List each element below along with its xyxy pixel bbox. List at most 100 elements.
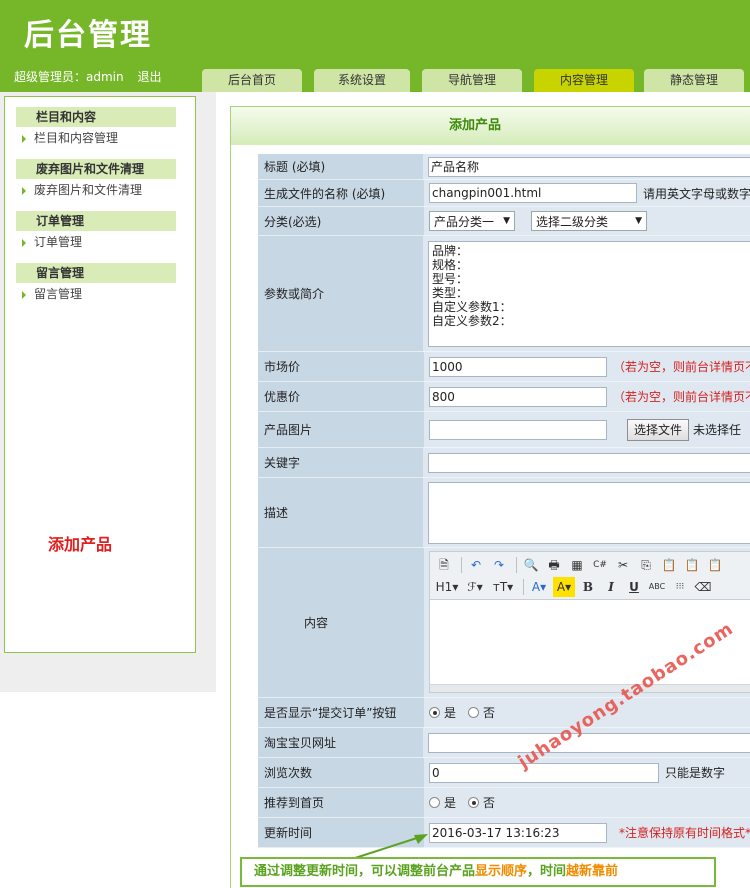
toolbar-separator xyxy=(461,557,462,573)
copy-icon[interactable]: ⎘ xyxy=(636,555,656,575)
tab-navigation[interactable]: 导航管理 xyxy=(422,69,522,92)
sidebar-item-cleanup[interactable]: 废弃图片和文件清理 xyxy=(16,179,176,201)
recommend-yes-radio[interactable]: 是 xyxy=(429,794,456,811)
cut-icon[interactable]: ✂ xyxy=(613,555,633,575)
tab-content-management[interactable]: 内容管理 xyxy=(534,69,634,92)
sidebar-group-cleanup: 废弃图片和文件清理 废弃图片和文件清理 xyxy=(16,159,176,201)
clear-format-icon[interactable]: ⌫ xyxy=(693,577,713,597)
taobao-url-input[interactable] xyxy=(428,732,750,753)
form-row-filename: 生成文件的名称 (必填) changpin001.html 请用英文字母或数字 xyxy=(258,180,750,207)
editor-scrollbar[interactable] xyxy=(430,684,750,692)
sidebar-item-columns[interactable]: 栏目和内容管理 xyxy=(16,127,176,149)
heading-icon[interactable]: H1▾ xyxy=(434,577,460,597)
radio-label: 是 xyxy=(444,796,457,810)
field-label: 分类(必选) xyxy=(258,207,424,236)
arrow-right-icon xyxy=(22,290,26,299)
form-row-content: 内容 🗎 ↶ ↷ 🔍 🖶 ▦ C# ✂ ⎘ 📋 📋 📋 H1▾ ℱ▾ ᴛT▾ A… xyxy=(258,548,750,698)
sale-price-hint: （若为空，则前台详情页不 xyxy=(613,390,750,404)
select-value: 选择二级分类 xyxy=(536,214,609,229)
update-time-hint: *注意保持原有时间格式* xyxy=(619,826,750,840)
market-price-input[interactable]: 1000 xyxy=(429,356,607,377)
show-order-yes-radio[interactable]: 是 xyxy=(429,704,456,721)
dropdown-arrow-icon: ▼ xyxy=(635,216,642,226)
field-label: 生成文件的名称 (必填) xyxy=(258,180,424,207)
sidebar-group-title: 订单管理 xyxy=(16,211,176,231)
filename-input[interactable]: changpin001.html xyxy=(429,183,637,203)
logout-link[interactable]: 退出 xyxy=(137,70,161,84)
views-input[interactable]: 0 xyxy=(429,762,659,783)
top-header: 后台管理 超级管理员：admin 退出 后台首页 系统设置 导航管理 内容管理 … xyxy=(0,0,750,92)
form-row-sale-price: 优惠价 800 （若为空，则前台详情页不 xyxy=(258,382,750,412)
font-color-icon[interactable]: A▾ xyxy=(528,577,550,597)
font-size-icon[interactable]: ᴛT▾ xyxy=(490,577,516,597)
sidebar-group-orders: 订单管理 订单管理 xyxy=(16,211,176,253)
form-row-views: 浏览次数 0 只能是数字 xyxy=(258,758,750,788)
redo-icon[interactable]: ↷ xyxy=(489,555,509,575)
form-row-category: 分类(必选) 产品分类一 ▼ 选择二级分类 ▼ xyxy=(258,207,750,236)
source-icon[interactable]: 🗎 xyxy=(434,555,454,575)
keywords-input[interactable] xyxy=(428,452,750,473)
sale-price-input[interactable]: 800 xyxy=(429,386,607,407)
recommend-no-radio[interactable]: 否 xyxy=(468,794,495,811)
select-value: 产品分类一 xyxy=(434,214,495,229)
line-height-icon[interactable]: ⁝⁝⁝ xyxy=(670,577,690,597)
tab-home[interactable]: 后台首页 xyxy=(202,69,302,92)
sidebar-item-messages[interactable]: 留言管理 xyxy=(16,283,176,305)
file-status: 未选择任 xyxy=(693,423,742,437)
sidebar-item-orders[interactable]: 订单管理 xyxy=(16,231,176,253)
print-icon[interactable]: 🖶 xyxy=(544,555,564,575)
italic-icon[interactable]: I xyxy=(601,577,621,597)
category-select[interactable]: 产品分类一 ▼ xyxy=(429,211,515,231)
field-label: 标题 (必填) xyxy=(258,154,423,180)
tab-system-settings[interactable]: 系统设置 xyxy=(314,69,410,92)
font-family-icon[interactable]: ℱ▾ xyxy=(463,577,487,597)
radio-label: 是 xyxy=(444,706,457,720)
form-row-update-time: 更新时间 2016-03-17 13:16:23 *注意保持原有时间格式* xyxy=(258,818,750,848)
dropdown-arrow-icon: ▼ xyxy=(503,216,510,226)
choose-file-button[interactable]: 选择文件 xyxy=(627,418,690,441)
form-row-image: 产品图片 选择文件 未选择任 xyxy=(258,412,750,448)
bold-icon[interactable]: B xyxy=(578,577,598,597)
paste-icon[interactable]: 📋 xyxy=(659,555,679,575)
arrow-right-icon xyxy=(22,238,26,247)
undo-icon[interactable]: ↶ xyxy=(466,555,486,575)
sidebar-item-label: 留言管理 xyxy=(34,287,83,301)
template-icon[interactable]: ▦ xyxy=(567,555,587,575)
note-highlight: 显示顺序 xyxy=(475,864,528,879)
annotation-note: 通过调整更新时间，可以调整前台产品显示顺序，时间越新靠前 xyxy=(240,857,716,887)
show-order-no-radio[interactable]: 否 xyxy=(468,704,495,721)
image-path-input[interactable] xyxy=(429,419,607,440)
arrow-right-icon xyxy=(22,186,26,195)
description-textarea[interactable] xyxy=(428,482,750,544)
form-row-keywords: 关键字 xyxy=(258,448,750,478)
note-highlight: 越新靠前 xyxy=(566,864,619,879)
strikethrough-icon[interactable]: ABC xyxy=(647,577,667,597)
field-label: 参数或简介 xyxy=(258,236,423,352)
views-hint: 只能是数字 xyxy=(665,766,726,780)
params-textarea[interactable]: 品牌： 规格： 型号： 类型： 自定义参数1： 自定义参数2： xyxy=(428,241,750,347)
title-input[interactable]: 产品名称 xyxy=(428,156,750,177)
form-row-title: 标题 (必填) 产品名称 xyxy=(258,154,750,180)
field-label: 是否显示“提交订单”按钮 xyxy=(258,698,424,728)
paste-word-icon[interactable]: 📋 xyxy=(705,555,725,575)
preview-icon[interactable]: 🔍 xyxy=(521,555,541,575)
field-label: 市场价 xyxy=(258,352,424,382)
editor-toolbar: 🗎 ↶ ↷ 🔍 🖶 ▦ C# ✂ ⎘ 📋 📋 📋 H1▾ ℱ▾ ᴛT▾ A▾ A… xyxy=(430,552,750,600)
panel-title: 添加产品 xyxy=(231,107,750,145)
underline-icon[interactable]: U xyxy=(624,577,644,597)
highlight-color-icon[interactable]: A▾ xyxy=(553,577,575,597)
form-row-params: 参数或简介 品牌： 规格： 型号： 类型： 自定义参数1： 自定义参数2： xyxy=(258,236,750,352)
code-icon[interactable]: C# xyxy=(590,555,610,575)
tab-static-management[interactable]: 静态管理 xyxy=(644,69,744,92)
user-label: 超级管理员：admin xyxy=(14,70,124,84)
update-time-input[interactable]: 2016-03-17 13:16:23 xyxy=(429,822,607,843)
paste-text-icon[interactable]: 📋 xyxy=(682,555,702,575)
form-row-description: 描述 xyxy=(258,478,750,548)
sidebar-group-title: 废弃图片和文件清理 xyxy=(16,159,176,179)
radio-checked-icon xyxy=(468,797,480,808)
radio-label: 否 xyxy=(483,706,496,720)
subcategory-select[interactable]: 选择二级分类 ▼ xyxy=(531,211,647,231)
field-label: 内容 xyxy=(258,548,424,698)
add-product-callout: 添加产品 xyxy=(48,535,113,554)
radio-checked-icon xyxy=(429,707,440,718)
